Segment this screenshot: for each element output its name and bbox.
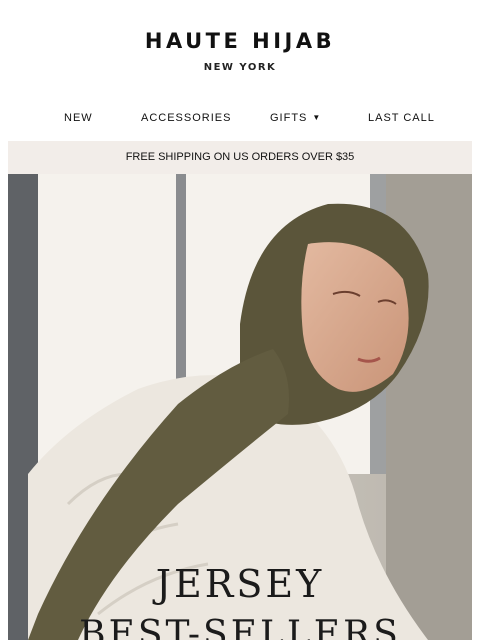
brand-name: HAUTE HIJAB	[144, 29, 336, 53]
hero-image[interactable]: JERSEY BEST-SELLERS	[8, 174, 472, 640]
nav-item-label: ACCESSORIES	[141, 112, 232, 124]
email-header: HAUTE HIJAB NEW YORK	[0, 0, 480, 100]
nav-item-last-call[interactable]: LAST CALL	[368, 112, 435, 124]
shipping-banner-text: FREE SHIPPING ON US ORDERS OVER $35	[125, 151, 355, 163]
nav-item-gifts[interactable]: GIFTS ▼	[270, 112, 321, 124]
nav-item-new[interactable]: NEW	[64, 112, 93, 124]
chevron-down-icon: ▼	[312, 113, 322, 122]
nav-item-label: GIFTS	[270, 112, 308, 124]
brand-logo[interactable]: HAUTE HIJAB NEW YORK	[145, 29, 335, 73]
shipping-banner[interactable]: FREE SHIPPING ON US ORDERS OVER $35	[8, 141, 472, 174]
nav-item-accessories[interactable]: ACCESSORIES	[141, 112, 231, 124]
nav-item-label: NEW	[64, 112, 93, 124]
brand-tagline: NEW YORK	[203, 62, 277, 73]
hero-title-line1: JERSEY	[155, 562, 325, 606]
nav-item-label: LAST CALL	[368, 112, 435, 124]
main-nav: NEW ACCESSORIES GIFTS ▼ LAST CALL	[8, 108, 472, 130]
hero-title-line2: BEST-SELLERS	[79, 614, 401, 640]
